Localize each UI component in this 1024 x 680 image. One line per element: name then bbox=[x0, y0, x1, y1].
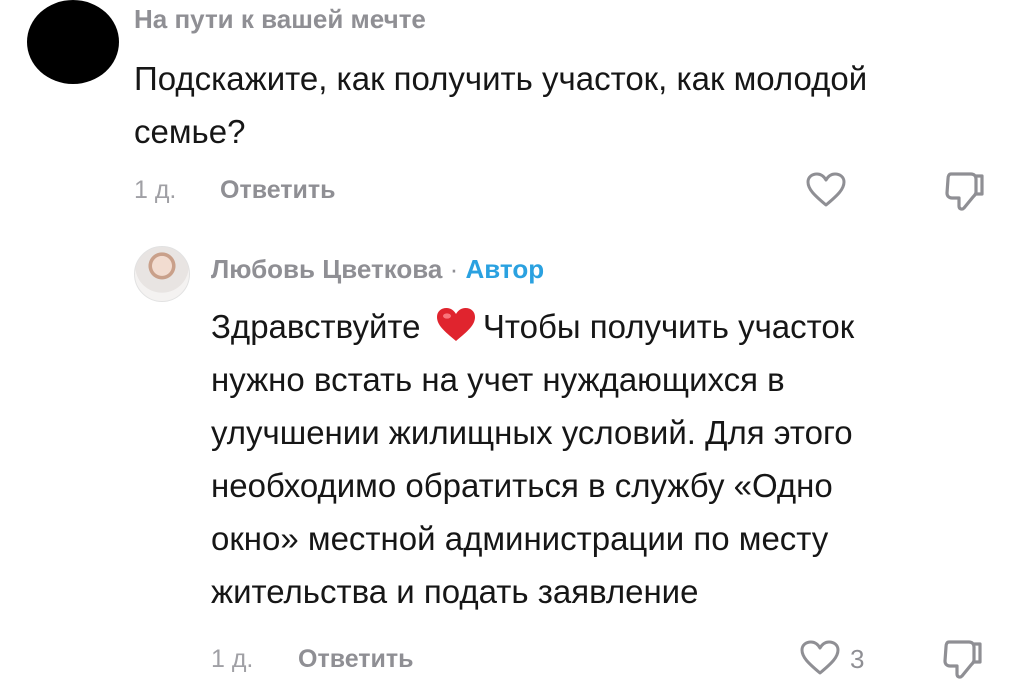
reply-username[interactable]: Любовь Цветкова bbox=[211, 254, 442, 284]
reply-text-continued: Чтобы получить участок bbox=[482, 308, 855, 345]
thumbs-down-icon[interactable] bbox=[944, 170, 988, 212]
author-badge: Автор bbox=[465, 254, 545, 284]
red-heart-emoji-icon bbox=[436, 308, 475, 341]
heart-icon[interactable] bbox=[800, 640, 840, 676]
comment-text-line: семье? bbox=[134, 113, 246, 150]
avatar[interactable] bbox=[27, 0, 119, 84]
thumbs-down-icon[interactable] bbox=[942, 638, 986, 680]
heart-icon[interactable] bbox=[806, 172, 846, 208]
separator-dot: · bbox=[449, 254, 459, 284]
reply-timestamp: 1 д. bbox=[211, 645, 254, 673]
reply-text-line-1: Здравствуйте Чтобы получить участок bbox=[211, 300, 991, 353]
like-count: 3 bbox=[850, 644, 865, 674]
reply-username-row: Любовь Цветкова · Автор bbox=[211, 254, 544, 285]
reply-button[interactable]: Ответить bbox=[220, 176, 336, 205]
reply-text-line: окно» местной администрации по месту bbox=[211, 520, 829, 557]
reply-text-line: необходимо обратиться в службу «Одно bbox=[211, 467, 833, 504]
comment-timestamp: 1 д. bbox=[134, 176, 177, 204]
reply-text-line: нужно встать на учет нуждающихся в bbox=[211, 361, 785, 398]
comment-text: Подскажите, как получить участок, как мо… bbox=[134, 52, 1014, 158]
comment-text-line: Подскажите, как получить участок, как мо… bbox=[134, 60, 868, 97]
reply-text-line: улучшении жилищных условий. Для этого bbox=[211, 414, 853, 451]
reply-text-line: жительства и подать заявление bbox=[211, 573, 699, 610]
reply-button[interactable]: Ответить bbox=[298, 645, 414, 674]
reply-text-greeting: Здравствуйте bbox=[211, 308, 421, 345]
comment-username[interactable]: На пути к вашей мечте bbox=[134, 4, 426, 35]
reply-text: Здравствуйте Чтобы получить участок нужн… bbox=[211, 300, 991, 618]
avatar[interactable] bbox=[134, 246, 190, 302]
